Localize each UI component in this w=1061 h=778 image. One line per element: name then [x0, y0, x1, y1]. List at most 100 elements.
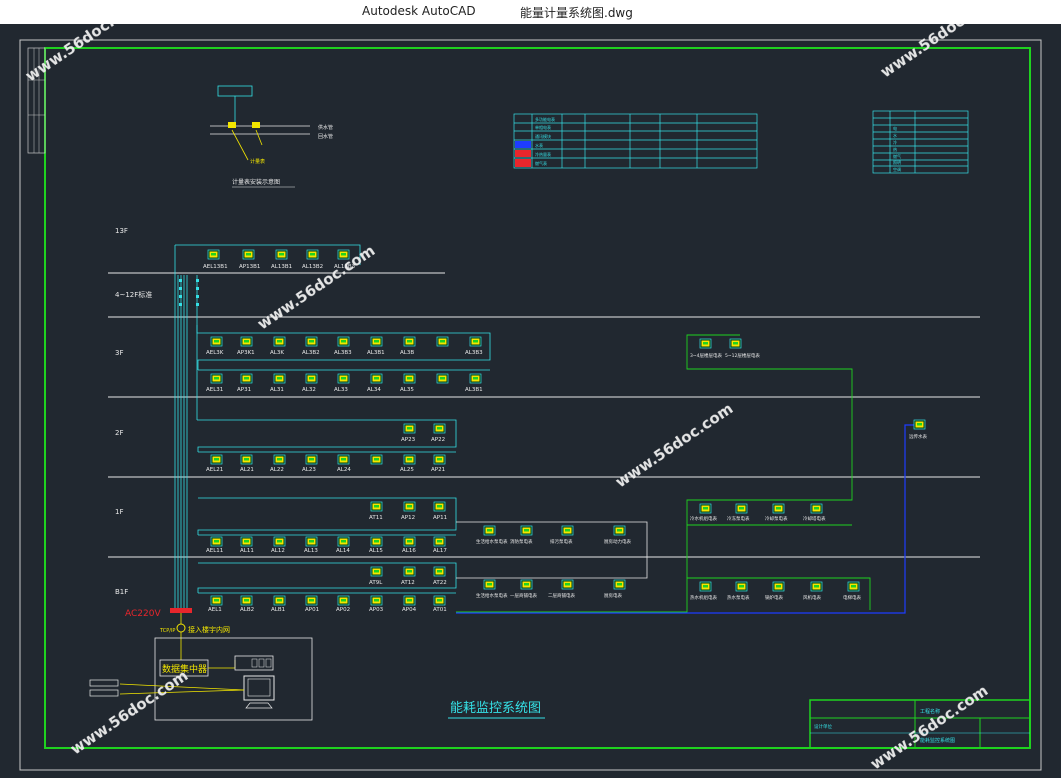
svg-text:设计单位: 设计单位 [814, 723, 832, 730]
mid-group-bottom-meters [483, 579, 626, 590]
drawing-canvas[interactable]: 13F 4~12F标准 3F 2F 1F B1F AEL13B1 AP13B1 … [0, 24, 1061, 778]
svg-text:AL3B: AL3B [400, 350, 414, 356]
svg-text:二层商铺电表: 二层商铺电表 [548, 592, 575, 599]
b1-lower-meters [210, 595, 446, 606]
svg-text:AL14: AL14 [336, 548, 350, 554]
b1-upper-meters [370, 566, 446, 577]
svg-text:AL31: AL31 [270, 387, 284, 393]
svg-text:www.56doc.com: www.56doc.com [22, 24, 146, 85]
svg-text:通讯模块: 通讯模块 [535, 133, 551, 139]
svg-text:AEL21: AEL21 [206, 467, 223, 473]
right-network [456, 334, 871, 613]
document-title: 能量计量系统图.dwg [520, 6, 633, 20]
svg-text:AL23: AL23 [302, 467, 316, 473]
svg-text:水表: 水表 [535, 142, 543, 148]
svg-text:AL3K: AL3K [270, 350, 284, 356]
svg-text:热: 热 [893, 146, 897, 152]
svg-text:冷水机组电表: 冷水机组电表 [690, 515, 717, 522]
svg-text:www.56doc.com: www.56doc.com [67, 666, 191, 758]
svg-text:生活给水泵电表: 生活给水泵电表 [476, 592, 508, 599]
right-group-bottom-meters [699, 581, 860, 592]
server-icon [234, 655, 274, 671]
floor-2-upper-meters [403, 423, 446, 434]
svg-text:AT01: AT01 [433, 607, 447, 613]
svg-text:风机电表: 风机电表 [803, 594, 821, 601]
svg-text:AL12: AL12 [271, 548, 285, 554]
svg-text:AEL1: AEL1 [208, 607, 222, 613]
svg-text:一层商铺电表: 一层商铺电表 [510, 592, 537, 599]
svg-text:AP23: AP23 [401, 437, 416, 443]
svg-text:生活给水泵电表: 生活给水泵电表 [476, 538, 508, 545]
svg-text:照明: 照明 [893, 160, 901, 165]
floor-13-meters [207, 249, 350, 260]
floor-lines [108, 272, 980, 558]
svg-text:接入楼宇内网: 接入楼宇内网 [188, 625, 230, 634]
svg-text:单相电表: 单相电表 [535, 124, 551, 130]
svg-text:冷冻泵电表: 冷冻泵电表 [727, 515, 750, 522]
floor-label-13f: 13F [115, 227, 128, 235]
svg-text:AL3B3: AL3B3 [334, 350, 352, 356]
svg-text:AP11: AP11 [433, 515, 447, 521]
svg-text:www.56doc.com: www.56doc.com [612, 399, 736, 491]
svg-text:厨房电表: 厨房电表 [604, 592, 622, 599]
svg-text:冷却塔电表: 冷却塔电表 [803, 515, 826, 522]
svg-text:AL3B3: AL3B3 [465, 350, 483, 356]
svg-text:AT12: AT12 [401, 580, 415, 586]
monitor-icon [243, 675, 275, 701]
legend-table-right [872, 110, 969, 174]
svg-text:AP31: AP31 [237, 387, 251, 393]
svg-text:AL16: AL16 [402, 548, 416, 554]
svg-text:排污泵电表: 排污泵电表 [550, 538, 573, 545]
svg-text:AL33: AL33 [334, 387, 348, 393]
svg-text:AL24: AL24 [337, 467, 351, 473]
svg-text:燃气表: 燃气表 [535, 160, 547, 166]
svg-text:AL13B1: AL13B1 [271, 264, 292, 270]
svg-text:计量表: 计量表 [250, 158, 265, 165]
svg-text:AL3B2: AL3B2 [302, 350, 320, 356]
svg-text:TCP/IP: TCP/IP [159, 628, 175, 634]
svg-text:AL32: AL32 [302, 387, 316, 393]
svg-text:远传水表: 远传水表 [909, 433, 927, 440]
svg-text:回水管: 回水管 [318, 133, 333, 140]
svg-text:计量表安装示意图: 计量表安装示意图 [232, 178, 280, 186]
svg-text:AL3B1: AL3B1 [465, 387, 483, 393]
floor-label-3f: 3F [115, 349, 123, 357]
svg-text:www.56doc.com: www.56doc.com [867, 681, 991, 773]
svg-text:AEL13B1: AEL13B1 [203, 264, 228, 270]
svg-text:AL25: AL25 [400, 467, 414, 473]
svg-text:AL3B1: AL3B1 [367, 350, 385, 356]
svg-text:AP01: AP01 [305, 607, 319, 613]
svg-text:热水机组电表: 热水机组电表 [690, 594, 717, 601]
right-group-mid-meters [699, 503, 823, 514]
svg-text:AL21: AL21 [240, 467, 254, 473]
svg-text:电: 电 [893, 125, 897, 131]
svg-text:AP12: AP12 [401, 515, 415, 521]
svg-text:供水管: 供水管 [318, 124, 333, 131]
outer-frame [19, 39, 1042, 771]
title-bar: Autodesk AutoCAD 能量计量系统图.dwg [0, 0, 1061, 25]
cad-drawing: 13F 4~12F标准 3F 2F 1F B1F AEL13B1 AP13B1 … [19, 24, 1042, 773]
floor-label-2f: 2F [115, 429, 123, 437]
svg-text:5~12层楼层电表: 5~12层楼层电表 [725, 352, 760, 359]
svg-text:AP22: AP22 [431, 437, 445, 443]
floor-1-upper-meters [370, 501, 446, 512]
svg-text:水: 水 [893, 132, 897, 138]
svg-text:AT9L: AT9L [369, 580, 383, 586]
svg-text:ALB2: ALB2 [240, 607, 254, 613]
svg-text:电梯电表: 电梯电表 [843, 594, 861, 601]
svg-text:AP3K1: AP3K1 [237, 350, 255, 356]
meter-detail: 供水管 回水管 计量表 计量表安装示意图 [210, 85, 333, 188]
floor-3-lower-meters [210, 373, 482, 384]
floor-label-std: 4~12F标准 [115, 290, 152, 299]
svg-text:AP03: AP03 [369, 607, 384, 613]
svg-text:AL13: AL13 [304, 548, 318, 554]
svg-text:热水泵电表: 热水泵电表 [727, 594, 750, 601]
app-title: Autodesk AutoCAD [362, 4, 476, 18]
svg-text:燃气: 燃气 [893, 153, 901, 159]
main-title: 能耗监控系统图 [450, 701, 541, 716]
svg-text:AL15: AL15 [369, 548, 383, 554]
svg-text:AEL11: AEL11 [206, 548, 223, 554]
svg-text:锅炉电表: 锅炉电表 [765, 594, 783, 601]
svg-text:AL35: AL35 [400, 387, 414, 393]
svg-text:AEL31: AEL31 [206, 387, 223, 393]
